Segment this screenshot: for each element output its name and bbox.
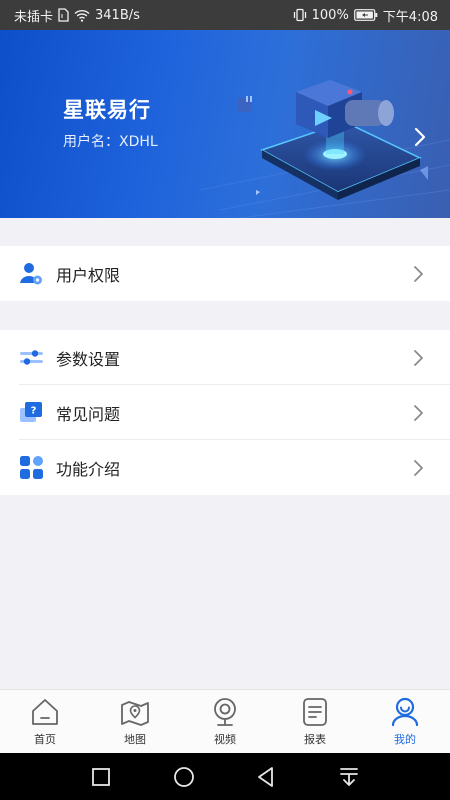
- chevron-right-icon: [414, 266, 423, 282]
- user-permission-icon: [20, 263, 42, 285]
- chevron-right-icon: [414, 460, 423, 476]
- tab-report[interactable]: 报表: [270, 690, 360, 753]
- faq-icon: ?: [20, 402, 42, 422]
- status-bar: 未插卡 341B/s 100% 下午4:08: [0, 0, 450, 30]
- menu-item-label: 用户权限: [56, 265, 121, 285]
- tab-map[interactable]: 地图: [90, 690, 180, 753]
- tab-label: 地图: [124, 733, 146, 746]
- settings-sliders-icon: [20, 350, 43, 365]
- wifi-icon: [74, 9, 90, 22]
- chevron-right-icon: [414, 350, 423, 366]
- menu-item-settings[interactable]: 参数设置: [0, 330, 450, 385]
- tab-label: 我的: [394, 733, 416, 746]
- chevron-right-icon: [414, 405, 423, 421]
- recent-apps-icon[interactable]: [89, 765, 113, 789]
- sim-icon: [58, 8, 69, 22]
- username: 用户名：XDHL: [63, 134, 158, 150]
- clock: 下午4:08: [382, 9, 438, 25]
- menu-item-faq[interactable]: ? 常见问题: [0, 385, 450, 440]
- menu-item-label: 参数设置: [56, 349, 121, 369]
- chevron-right-icon[interactable]: [410, 125, 430, 149]
- bottom-tab-bar: 首页 地图 视频 报表 我的: [0, 689, 450, 753]
- menu-item-features[interactable]: 功能介绍: [0, 440, 450, 495]
- network-speed: 341B/s: [95, 7, 140, 23]
- menu-group-general: 参数设置 ? 常见问题 功能介绍: [0, 330, 450, 495]
- tab-home[interactable]: 首页: [0, 690, 90, 753]
- tab-label: 报表: [304, 733, 326, 746]
- status-right: 100% 下午4:08: [293, 6, 438, 25]
- report-icon: [303, 698, 327, 726]
- features-grid-icon: [20, 456, 43, 479]
- video-camera-icon: [214, 698, 236, 726]
- svg-text:?: ?: [31, 406, 37, 417]
- tab-label: 视频: [214, 733, 236, 746]
- app-name: 星联易行: [63, 98, 151, 122]
- profile-icon: [391, 697, 419, 727]
- carrier-text: 未插卡: [14, 9, 54, 25]
- menu-item-label: 常见问题: [56, 404, 121, 424]
- home-icon: [32, 699, 58, 725]
- back-icon[interactable]: [254, 765, 278, 789]
- map-icon: [121, 701, 149, 726]
- profile-header-banner[interactable]: 星联易行 用户名：XDHL: [0, 30, 450, 218]
- menu-group-account: 用户权限: [0, 246, 450, 301]
- tab-mine[interactable]: 我的: [360, 690, 450, 753]
- home-button-icon[interactable]: [172, 765, 196, 789]
- system-nav-bar: [0, 753, 450, 800]
- menu-item-user-permission[interactable]: 用户权限: [0, 246, 450, 301]
- notification-pull-icon[interactable]: [337, 765, 361, 789]
- battery-percent: 100%: [311, 7, 349, 23]
- status-left: 未插卡 341B/s: [14, 6, 140, 25]
- tab-video[interactable]: 视频: [180, 690, 270, 753]
- vibrate-icon: [293, 8, 307, 22]
- tab-label: 首页: [34, 733, 56, 746]
- banner-illustration: [199, 80, 450, 218]
- battery-icon: [353, 9, 378, 21]
- menu-item-label: 功能介绍: [56, 459, 121, 479]
